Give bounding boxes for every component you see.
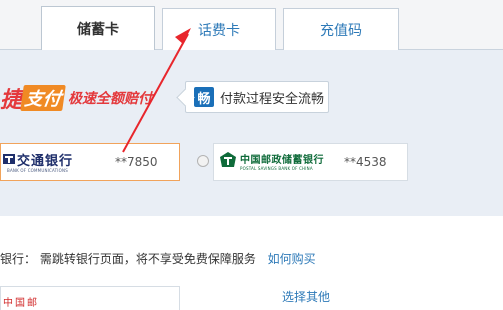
secure-payment-text: 付款过程安全流畅	[220, 91, 325, 107]
bank-card-partial[interactable]: 中国邮	[0, 286, 180, 310]
bocom-mark-icon	[3, 154, 15, 164]
bank-name: 中国邮政储蓄银行	[240, 155, 324, 166]
bank-name-en: POSTAL SAVINGS BANK OF CHINA	[240, 166, 313, 171]
bank-card-psbc[interactable]: 中国邮政储蓄银行 POSTAL SAVINGS BANK OF CHINA **…	[213, 143, 408, 181]
tab-label: 充值码	[320, 22, 362, 39]
bank-redirect-info: 银行： 需跳转银行页面，将不享受免费保障服务 如何购买	[0, 250, 316, 267]
smooth-badge-icon: 畅	[194, 87, 214, 107]
how-to-buy-link[interactable]: 如何购买	[268, 252, 316, 266]
tab-recharge-code[interactable]: 充值码	[283, 8, 399, 50]
logo-part-2: 支付	[20, 85, 66, 111]
info-text: 银行： 需跳转银行页面，将不享受免费保障服务	[0, 252, 256, 266]
bank-card-bocom[interactable]: 交通银行 BANK OF COMMUNICATIONS **7850	[0, 143, 180, 181]
tab-label: 储蓄卡	[77, 22, 119, 38]
bank-logo-bocom: 交通银行 BANK OF COMMUNICATIONS	[3, 150, 103, 176]
tab-phone-card[interactable]: 话费卡	[162, 8, 276, 50]
psbc-emblem-icon	[220, 152, 236, 167]
payment-panel	[0, 50, 503, 216]
bank-name: 交通银行	[17, 154, 74, 169]
card-number-masked: **7850	[115, 155, 158, 169]
secure-payment-tooltip: 畅 付款过程安全流畅	[185, 81, 329, 113]
bank-logo-psbc: 中国邮政储蓄银行 POSTAL SAVINGS BANK OF CHINA	[219, 151, 349, 175]
tab-debit-card[interactable]: 储蓄卡	[41, 6, 155, 51]
bank-card-radio[interactable]	[197, 155, 209, 167]
select-other-link[interactable]: 选择其他	[282, 288, 330, 305]
promo-slogan: 极速全额赔付	[68, 91, 153, 107]
logo-part-1: 捷	[0, 88, 22, 113]
bank-name-en: BANK OF COMMUNICATIONS	[7, 168, 68, 173]
bank-name-fragment: 中国邮	[3, 298, 39, 309]
tab-label: 话费卡	[198, 22, 240, 39]
quick-pay-logo: 捷 支付 极速全额赔付	[0, 83, 152, 113]
card-number-masked: **4538	[344, 155, 387, 169]
